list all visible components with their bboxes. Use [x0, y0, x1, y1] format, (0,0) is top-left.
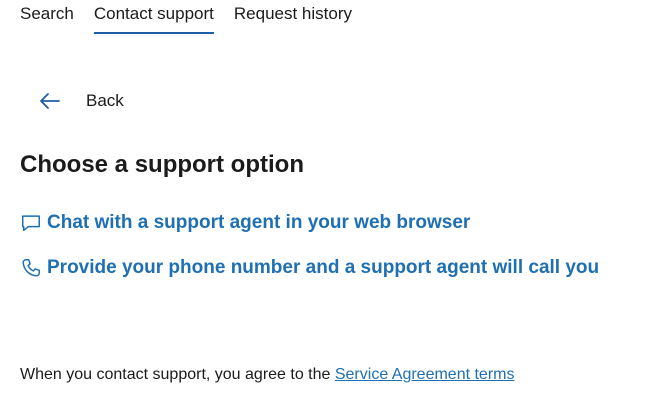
support-panel: Search Contact support Request history B…	[0, 0, 666, 406]
chat-option-label: Chat with a support agent in your web br…	[47, 212, 471, 233]
tab-contact-support[interactable]: Contact support	[93, 4, 224, 34]
footer-text: When you contact support, you agree to t…	[20, 366, 335, 383]
back-label: Back	[86, 91, 124, 110]
phone-option-label: Provide your phone number and a support …	[47, 257, 600, 278]
tab-request-history[interactable]: Request history	[234, 4, 362, 34]
chat-bubble-icon	[22, 215, 40, 232]
phone-option-link[interactable]: Provide your phone number and a support …	[20, 257, 599, 279]
footer-agreement: When you contact support, you agree to t…	[20, 366, 514, 384]
page-title: Choose a support option	[20, 151, 304, 178]
phone-icon	[22, 259, 40, 277]
arrow-left-icon	[40, 93, 60, 109]
back-button[interactable]: Back	[38, 89, 124, 113]
tab-search[interactable]: Search	[20, 4, 84, 34]
tab-bar: Search Contact support Request history	[20, 4, 372, 34]
service-agreement-link[interactable]: Service Agreement terms	[335, 366, 515, 383]
chat-option-link[interactable]: Chat with a support agent in your web br…	[20, 212, 470, 234]
